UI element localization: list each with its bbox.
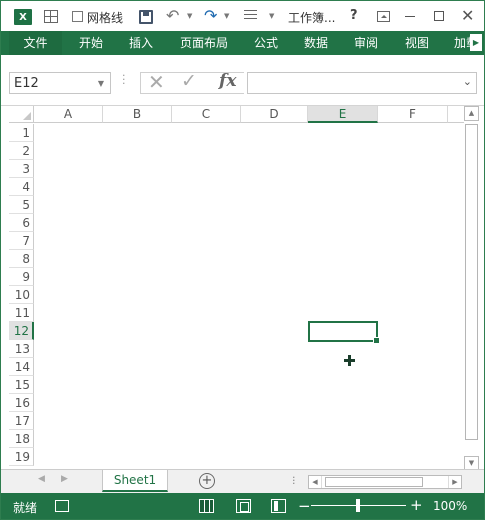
column-header-c[interactable]: C — [172, 106, 241, 123]
sheet-tab-bar: ◀ ▶ Sheet1 + · · · ◀ ▶ — [1, 469, 484, 493]
customize-qat-icon[interactable] — [244, 10, 257, 22]
undo-dropdown-icon[interactable]: ▼ — [187, 12, 192, 20]
scroll-left-icon[interactable]: ◀ — [309, 476, 322, 488]
column-header-e[interactable]: E — [308, 106, 378, 123]
row-header-8[interactable]: 8 — [9, 250, 34, 268]
minimize-icon[interactable] — [405, 16, 415, 17]
row-header-18[interactable]: 18 — [9, 430, 34, 448]
row-header-14[interactable]: 14 — [9, 358, 34, 376]
chevron-down-icon[interactable]: ▼ — [98, 79, 104, 88]
row-header-1[interactable]: 1 — [9, 124, 34, 142]
tab-formulas[interactable]: 公式 — [254, 31, 278, 55]
insert-function-button[interactable]: fx — [219, 71, 236, 91]
sheet-tab-sheet1[interactable]: Sheet1 — [102, 470, 168, 492]
horizontal-scroll-thumb[interactable] — [325, 477, 423, 487]
expand-formula-bar-icon[interactable]: ⌄ — [463, 75, 472, 88]
vertical-scrollbar[interactable]: ▲ ▼ — [464, 106, 479, 471]
row-header-16[interactable]: 16 — [9, 394, 34, 412]
gridlines-toggle-icon[interactable] — [44, 10, 58, 23]
tab-home[interactable]: 开始 — [79, 31, 103, 55]
worksheet-grid[interactable]: A B C D E F 1 2 3 4 5 6 7 8 9 10 11 12 1… — [1, 106, 484, 469]
tab-view[interactable]: 视图 — [405, 31, 429, 55]
status-ready-text: 就绪 — [13, 501, 38, 515]
row-header-17[interactable]: 17 — [9, 412, 34, 430]
row-header-12[interactable]: 12 — [9, 322, 34, 340]
cell-select-cursor-icon — [344, 355, 355, 366]
gridlines-label: 网格线 — [87, 11, 124, 25]
page-break-view-icon[interactable] — [271, 499, 286, 513]
selected-cell-e12[interactable] — [308, 321, 380, 344]
ribbon-display-options-icon[interactable] — [377, 11, 390, 22]
row-header-2[interactable]: 2 — [9, 142, 34, 160]
help-icon[interactable]: ? — [350, 8, 358, 23]
tab-split-handle[interactable]: · · · — [292, 472, 296, 489]
excel-logo-icon[interactable]: X — [14, 9, 32, 25]
save-icon[interactable] — [139, 10, 153, 24]
enter-icon[interactable]: ✓ — [181, 70, 197, 92]
column-header-b[interactable]: B — [103, 106, 172, 123]
scroll-up-icon[interactable]: ▲ — [464, 106, 479, 121]
formula-input[interactable]: ⌄ — [247, 72, 477, 94]
tab-data[interactable]: 数据 — [304, 31, 328, 55]
redo-dropdown-icon[interactable]: ▼ — [224, 12, 229, 20]
row-header-13[interactable]: 13 — [9, 340, 34, 358]
normal-view-icon[interactable] — [199, 499, 214, 513]
zoom-out-button[interactable]: − — [298, 497, 311, 515]
tab-file[interactable]: 文件 — [9, 31, 62, 55]
row-header-7[interactable]: 7 — [9, 232, 34, 250]
row-header-6[interactable]: 6 — [9, 214, 34, 232]
maximize-icon[interactable] — [434, 11, 444, 21]
column-header-f[interactable]: F — [378, 106, 448, 123]
tab-page-layout[interactable]: 页面布局 — [180, 31, 228, 55]
formula-bar-resize-handle[interactable]: · · · — [122, 70, 126, 89]
formula-bar: E12 ▼ · · · ✕ ✓ fx ⌄ — [1, 55, 484, 106]
redo-icon[interactable]: ↷ — [204, 6, 217, 25]
tab-review[interactable]: 审阅 — [354, 31, 378, 55]
macro-record-icon[interactable] — [55, 500, 69, 512]
zoom-percentage[interactable]: 100% — [433, 499, 467, 513]
page-layout-view-icon[interactable] — [236, 499, 251, 513]
row-header-4[interactable]: 4 — [9, 178, 34, 196]
row-header-19[interactable]: 19 — [9, 448, 34, 466]
name-box[interactable]: E12 ▼ — [9, 72, 111, 94]
cancel-icon[interactable]: ✕ — [148, 70, 165, 94]
column-header-d[interactable]: D — [241, 106, 308, 123]
vertical-scroll-thumb[interactable] — [465, 124, 478, 440]
excel-window: X 网格线 ↶ ▼ ↷ ▼ ▼ 工作簿... ? ✕ 文件 开始 插入 页面布局… — [0, 0, 485, 520]
scroll-right-icon[interactable]: ▶ — [448, 476, 461, 488]
row-header-15[interactable]: 15 — [9, 376, 34, 394]
close-icon[interactable]: ✕ — [461, 6, 474, 25]
zoom-in-button[interactable]: + — [410, 496, 423, 514]
window-title: 工作簿... — [288, 11, 336, 25]
row-header-9[interactable]: 9 — [9, 268, 34, 286]
undo-icon[interactable]: ↶ — [166, 6, 179, 25]
add-sheet-icon[interactable]: + — [199, 473, 215, 489]
customize-qat-dropdown-icon[interactable]: ▼ — [269, 12, 274, 20]
row-header-10[interactable]: 10 — [9, 286, 34, 304]
status-bar: 就绪 − + 100% — [1, 493, 484, 519]
ribbon-tabs: 文件 开始 插入 页面布局 公式 数据 审阅 视图 加载 ▶ — [1, 31, 484, 55]
column-header-a[interactable]: A — [34, 106, 103, 123]
gridlines-checkbox[interactable] — [72, 11, 83, 22]
horizontal-scrollbar[interactable]: ◀ ▶ — [308, 475, 462, 489]
name-box-value: E12 — [14, 76, 39, 91]
zoom-slider-thumb[interactable] — [356, 499, 360, 512]
select-all-button[interactable] — [9, 106, 34, 123]
tab-insert[interactable]: 插入 — [129, 31, 153, 55]
sheet-nav-prev-icon[interactable]: ◀ — [38, 474, 45, 484]
tab-scroll-right-icon[interactable]: ▶ — [470, 34, 482, 51]
row-header-5[interactable]: 5 — [9, 196, 34, 214]
row-header-11[interactable]: 11 — [9, 304, 34, 322]
title-bar: X 网格线 ↶ ▼ ↷ ▼ ▼ 工作簿... ? ✕ — [1, 1, 484, 31]
sheet-nav-next-icon[interactable]: ▶ — [61, 474, 68, 484]
row-header-3[interactable]: 3 — [9, 160, 34, 178]
